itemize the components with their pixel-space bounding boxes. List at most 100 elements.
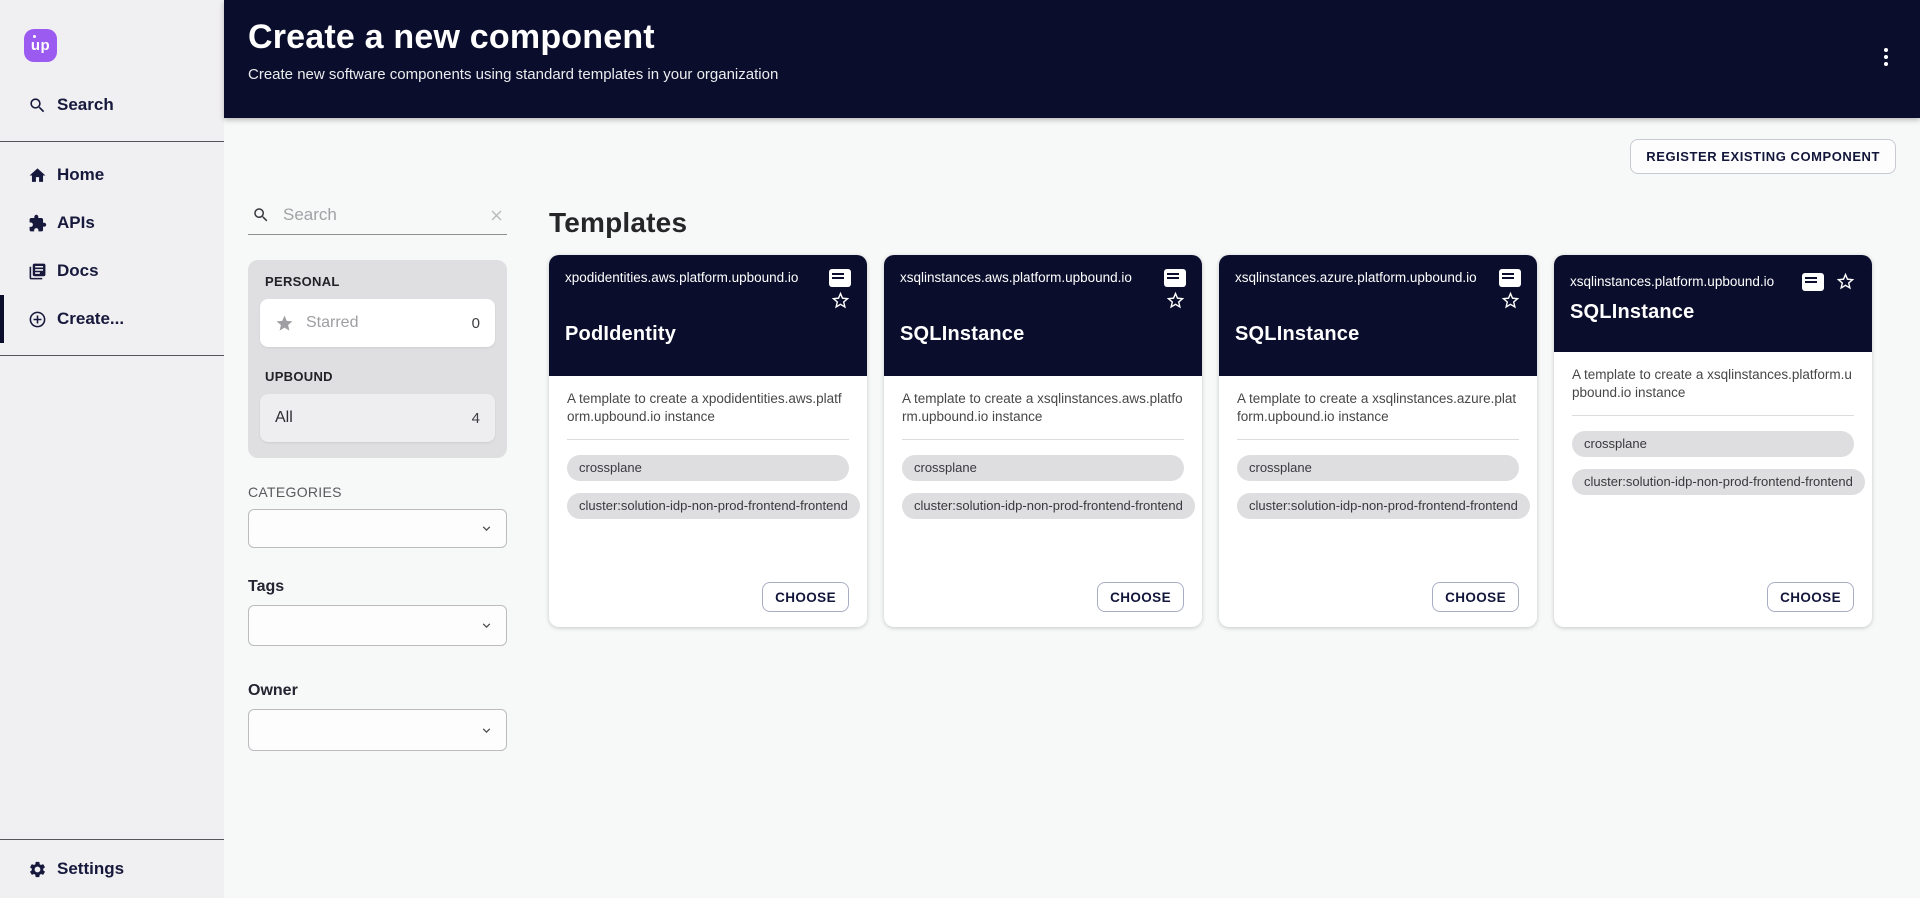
sidebar-item-label: Docs [57,261,99,281]
card-description: A template to create a xpodidentities.aw… [567,390,849,426]
card-title: SQLInstance [900,323,1186,346]
choose-button[interactable]: CHOOSE [1097,582,1184,612]
card-header: xsqlinstances.platform.upbound.io SQLIns… [1554,255,1872,352]
toolbar: REGISTER EXISTING COMPONENT [248,139,1896,174]
filter-card: PERSONAL Starred 0 UPBOUND All 4 [248,260,507,458]
sidebar-item-home[interactable]: Home [0,151,224,199]
sidebar-item-label: Search [57,95,114,115]
card-description: A template to create a xsqlinstances.pla… [1572,366,1854,402]
field-label: CATEGORIES [248,484,507,500]
sidebar-item-label: APIs [57,213,95,233]
sidebar-item-create[interactable]: Create... [0,295,224,343]
categories-select[interactable] [248,509,507,548]
card-divider [567,439,849,440]
search-icon [252,206,270,224]
logo-dot [33,35,36,38]
sidebar-item-search[interactable]: Search [0,83,224,127]
star-outline-icon[interactable] [1835,271,1856,292]
tag-chip: crossplane [567,455,849,481]
tag-chip: cluster:solution-idp-non-prod-frontend-f… [1572,469,1865,495]
sidebar-item-docs[interactable]: Docs [0,247,224,295]
card-divider [902,439,1184,440]
tag-chip: crossplane [1237,455,1519,481]
template-cards-row: xpodidentities.aws.platform.upbound.io P… [549,255,1896,627]
filter-group-label-upbound: UPBOUND [265,369,495,384]
upbound-logo[interactable]: up [24,29,57,62]
chevron-down-icon [479,618,494,633]
kebab-menu-icon[interactable] [1876,44,1896,70]
card-title: SQLInstance [1570,301,1856,324]
card-domain: xsqlinstances.platform.upbound.io [1570,272,1802,291]
template-card-podidentity: xpodidentities.aws.platform.upbound.io P… [549,255,867,627]
main-area: Create a new component Create new softwa… [224,0,1920,898]
tag-chip: cluster:solution-idp-non-prod-frontend-f… [902,493,1195,519]
puzzle-icon [28,214,47,233]
sidebar-item-apis[interactable]: APIs [0,199,224,247]
owner-select[interactable] [248,709,507,751]
page-subtitle: Create new software components using sta… [248,66,1896,83]
search-icon [28,96,47,115]
tag-chip: crossplane [902,455,1184,481]
template-type-icon [829,269,851,287]
filter-row-all[interactable]: All 4 [260,394,495,442]
card-header: xsqlinstances.azure.platform.upbound.io … [1219,255,1537,376]
sidebar-item-label: Settings [57,859,124,879]
tag-chip: cluster:solution-idp-non-prod-frontend-f… [567,493,860,519]
tags-select[interactable] [248,605,507,646]
card-divider [1572,415,1854,416]
card-description: A template to create a xsqlinstances.azu… [1237,390,1519,426]
filters-panel: PERSONAL Starred 0 UPBOUND All 4 [248,205,507,751]
template-type-icon [1499,269,1521,287]
tag-chip: crossplane [1572,431,1854,457]
sidebar-item-label: Home [57,165,104,185]
page-title: Create a new component [248,18,1896,57]
field-label: Owner [248,682,507,700]
filter-search-input[interactable] [283,205,488,225]
gear-icon [28,860,47,879]
content: REGISTER EXISTING COMPONENT PERSONAL St [224,118,1920,898]
templates-heading: Templates [549,207,1896,239]
card-header: xpodidentities.aws.platform.upbound.io P… [549,255,867,376]
template-card-sqlinstance-aws: xsqlinstances.aws.platform.upbound.io SQ… [884,255,1202,627]
star-outline-icon[interactable] [1500,290,1521,311]
choose-button[interactable]: CHOOSE [762,582,849,612]
tag-chip: cluster:solution-idp-non-prod-frontend-f… [1237,493,1530,519]
filter-field-categories: CATEGORIES [248,484,507,548]
star-outline-icon[interactable] [830,290,851,311]
docs-icon [28,262,47,281]
sidebar: up Search Home APIs Docs Create... [0,0,224,898]
home-icon [28,166,47,185]
close-icon[interactable] [488,207,505,224]
card-header: xsqlinstances.aws.platform.upbound.io SQ… [884,255,1202,376]
sidebar-item-settings[interactable]: Settings [0,840,224,898]
filter-row-count: 4 [472,410,480,427]
card-domain: xpodidentities.aws.platform.upbound.io [565,268,829,287]
filter-row-label: Starred [306,314,358,332]
plus-circle-icon [28,310,47,329]
app-window: up Search Home APIs Docs Create... [0,0,1920,898]
card-title: SQLInstance [1235,323,1521,346]
card-domain: xsqlinstances.aws.platform.upbound.io [900,268,1164,287]
filter-search [248,205,507,235]
card-title: PodIdentity [565,323,851,346]
field-label: Tags [248,578,507,596]
page-header: Create a new component Create new softwa… [224,0,1920,118]
template-card-sqlinstance-azure: xsqlinstances.azure.platform.upbound.io … [1219,255,1537,627]
card-divider [1237,439,1519,440]
chevron-down-icon [479,723,494,738]
sidebar-item-label: Create... [57,309,124,329]
choose-button[interactable]: CHOOSE [1767,582,1854,612]
template-type-icon [1164,269,1186,287]
star-filled-icon [275,314,294,333]
card-description: A template to create a xsqlinstances.aws… [902,390,1184,426]
star-outline-icon[interactable] [1165,290,1186,311]
templates-section: Templates xpodidentities.aws.platform.up… [549,205,1896,751]
filter-field-tags: Tags [248,578,507,646]
filter-row-starred[interactable]: Starred 0 [260,299,495,347]
filter-row-label: All [275,409,293,427]
filter-field-owner: Owner [248,682,507,751]
register-existing-component-button[interactable]: REGISTER EXISTING COMPONENT [1630,139,1896,174]
choose-button[interactable]: CHOOSE [1432,582,1519,612]
card-domain: xsqlinstances.azure.platform.upbound.io [1235,268,1499,287]
template-card-sqlinstance: xsqlinstances.platform.upbound.io SQLIns… [1554,255,1872,627]
